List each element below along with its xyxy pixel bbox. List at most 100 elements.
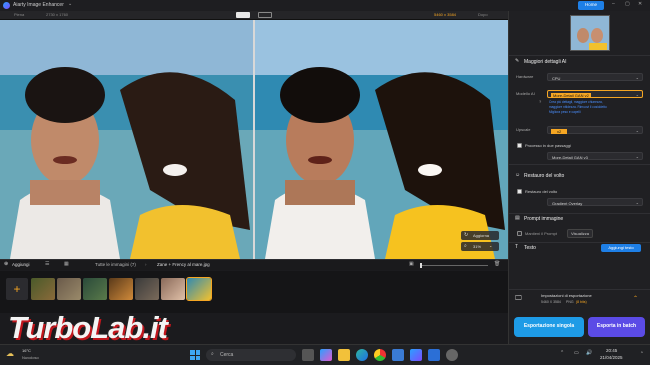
side-by-side-icon[interactable]	[258, 12, 272, 18]
prompt-check-label: Mantieni il Prompt	[525, 231, 558, 236]
maximize-icon[interactable]: ▢	[625, 2, 630, 7]
text-section: T Testo Aggiungi testo	[509, 242, 650, 258]
photos-icon[interactable]	[428, 349, 440, 361]
close-icon[interactable]: ✕	[638, 2, 642, 7]
add-icon[interactable]: ⊕	[4, 262, 8, 267]
thumbnail-size-slider[interactable]	[420, 263, 488, 268]
export-title: Impostazioni di esportazione	[541, 293, 592, 298]
chevron-down-icon[interactable]: ⌄	[68, 2, 72, 7]
model-select[interactable]: More-Detail GAN v2 ⌄	[547, 90, 643, 98]
breadcrumb-separator: ›	[145, 262, 147, 267]
weather-temp: 16°C	[22, 348, 31, 353]
model-desc-3: Migliora peso e capelli	[549, 110, 581, 114]
face-select[interactable]: Gradient Overlay ⌄	[547, 198, 643, 206]
prompt-section: ▤ Prompt immagine Mantieni il Prompt Vis…	[509, 213, 650, 241]
text-title: Testo	[524, 245, 536, 251]
original-image	[0, 20, 253, 259]
view-prompt-button[interactable]: Visualizza	[567, 229, 593, 238]
split-view-icon[interactable]	[236, 12, 250, 18]
aiarty-icon[interactable]	[410, 349, 422, 361]
add-text-button[interactable]: Aggiungi testo	[601, 244, 641, 252]
update-label: Aggiorna	[473, 232, 490, 238]
file-explorer-icon[interactable]	[338, 349, 350, 361]
preview-thumbnail[interactable]	[570, 15, 610, 51]
details-section: ✎ Maggiori dettagli AI Hardware CPU ⌄ Mod…	[509, 55, 650, 162]
two-pass-label: Processo in due passaggi	[525, 143, 571, 148]
enhanced-image	[255, 20, 508, 259]
export-size: 5460 X 3584	[541, 300, 561, 304]
slider-handle[interactable]	[420, 263, 422, 268]
clock-time[interactable]: 20:45	[606, 348, 617, 354]
prompt-checkbox[interactable]	[517, 231, 522, 236]
settings-icon[interactable]	[446, 349, 458, 361]
thumbnail-strip: +	[0, 271, 508, 313]
face-section: ☺ Restauro del volto Restauro del volto …	[509, 164, 650, 212]
trash-icon[interactable]: 🗑	[494, 262, 500, 267]
model-desc-2: maggiore nitidezza. Rimuovi il cosiddett…	[549, 105, 607, 109]
before-label: Piena	[14, 12, 25, 17]
update-button[interactable]: ↻ Aggiorna	[461, 231, 499, 240]
two-pass-select[interactable]: More-Detail GAN v3 ⌄	[547, 152, 643, 160]
chrome-icon[interactable]	[374, 349, 386, 361]
face-title: Restauro del volto	[524, 173, 565, 179]
hardware-select[interactable]: CPU ⌄	[547, 73, 643, 81]
windows-taskbar: ☁ 16°C Nuvoloso ⌕ Cerca ⌃ ▭ 🔊 20:45 21/0…	[0, 344, 650, 365]
details-title: Maggiori dettagli AI	[524, 59, 567, 65]
file-name: Zane + Frency al mare.jpg	[157, 262, 210, 267]
store-icon[interactable]	[392, 349, 404, 361]
copilot-icon[interactable]	[320, 349, 332, 361]
task-view-icon[interactable]	[302, 349, 314, 361]
zoom-value: 31%	[473, 243, 482, 249]
upscale-label: Upscale	[516, 127, 531, 132]
model-desc-1: Crea più dettagli, maggiore chiarezza,	[549, 100, 603, 104]
export-settings[interactable]: 🖵 Impostazioni di esportazione 5460 X 35…	[509, 289, 650, 317]
list-view-icon[interactable]: ☰	[45, 262, 49, 267]
search-label: Cerca	[220, 351, 234, 358]
clock-date[interactable]: 21/04/2025	[600, 355, 623, 361]
export-batch-button[interactable]: Esporta in batch	[588, 317, 645, 337]
file-bar: ⊕ Aggiungi ☰ ▦ Tutte le immagini (7) › Z…	[0, 259, 508, 270]
add-image-button[interactable]: +	[6, 278, 28, 300]
watermark-logo: TurboLab.it	[0, 310, 250, 346]
thumbnail-5[interactable]	[135, 278, 159, 300]
edge-icon[interactable]	[356, 349, 368, 361]
upscale-select[interactable]: x2 ⌄	[547, 126, 643, 134]
network-icon[interactable]: ▭	[574, 351, 579, 356]
before-size: 2730 x 1760	[46, 12, 69, 17]
start-button[interactable]	[190, 350, 200, 360]
sparkle-icon: ✎	[515, 58, 520, 64]
home-button[interactable]: Home	[578, 1, 604, 10]
thumbnail-1[interactable]	[31, 278, 55, 300]
weather-icon[interactable]: ☁	[6, 350, 14, 358]
minimize-icon[interactable]: –	[612, 2, 615, 7]
thumbnail-2[interactable]	[57, 278, 81, 300]
add-label[interactable]: Aggiungi	[12, 262, 30, 268]
zoom-control[interactable]: ⌕ 31% ⌄	[461, 242, 499, 251]
thumbnail-3[interactable]	[83, 278, 107, 300]
grid-view-icon[interactable]: ▦	[64, 262, 69, 267]
chevron-up-icon[interactable]: ⌃	[633, 296, 638, 302]
thumbnail-4[interactable]	[109, 278, 133, 300]
notification-icon[interactable]: ◔	[640, 351, 643, 356]
two-pass-checkbox[interactable]	[517, 143, 522, 148]
monitor-icon: 🖵	[515, 295, 522, 302]
thumbnail-6[interactable]	[161, 278, 185, 300]
upscale-value: x2	[551, 128, 568, 134]
volume-icon[interactable]: 🔊	[586, 351, 592, 356]
after-label: Dopo	[478, 12, 488, 17]
help-icon[interactable]: ?	[539, 100, 541, 104]
search-box[interactable]: ⌕ Cerca	[206, 349, 296, 361]
export-single-button[interactable]: Esportazione singola	[514, 317, 584, 337]
text-icon: T	[515, 244, 519, 250]
tray-chevron-icon[interactable]: ⌃	[560, 351, 564, 356]
face-checkbox[interactable]	[517, 189, 522, 194]
title-bar: Aiarty Image Enhancer ⌄ Home – ▢ ✕	[0, 0, 650, 11]
chevron-down-icon: ⌄	[635, 75, 639, 80]
all-images-label[interactable]: Tutte le immagini (7)	[95, 262, 136, 268]
thumbnail-7-selected[interactable]	[186, 277, 212, 301]
hardware-value: CPU	[552, 75, 561, 81]
image-viewer[interactable]: ↻ Aggiorna ⌕ 31% ⌄	[0, 20, 508, 259]
model-value: More-Detail GAN v2	[551, 92, 591, 98]
chevron-down-icon: ⌄	[635, 92, 639, 97]
settings-panel: ✎ Maggiori dettagli AI Hardware CPU ⌄ Mod…	[508, 11, 650, 344]
